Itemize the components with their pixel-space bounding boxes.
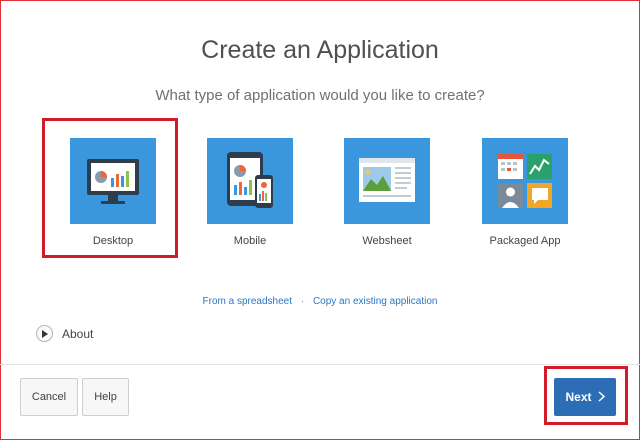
selection-highlight [42,118,178,258]
copy-application-link[interactable]: Copy an existing application [313,296,438,307]
packaged-app-icon [498,154,552,208]
websheet-tile[interactable] [344,138,430,224]
option-packaged-app-label: Packaged App [489,235,561,247]
packaged-app-tile[interactable] [482,138,568,224]
cancel-button[interactable]: Cancel [20,378,78,416]
option-mobile[interactable]: Mobile [207,138,293,247]
next-highlight [544,366,628,425]
about-toggle[interactable]: About [36,325,93,342]
mobile-devices-icon [227,152,273,208]
page-subtitle: What type of application would you like … [155,87,485,104]
from-spreadsheet-link[interactable]: From a spreadsheet [203,296,293,307]
page-title: Create an Application [201,36,439,64]
play-triangle-icon[interactable] [36,325,53,342]
option-websheet-label: Websheet [362,235,412,247]
link-separator: · [300,296,305,307]
help-button[interactable]: Help [82,378,129,416]
mobile-tile[interactable] [207,138,293,224]
option-websheet[interactable]: Websheet [344,138,430,247]
websheet-icon [359,158,415,202]
option-packaged-app[interactable]: Packaged App [482,138,568,247]
alt-create-links: From a spreadsheet · Copy an existing ap… [0,296,640,307]
footer-divider [0,364,640,365]
about-label: About [62,326,94,341]
option-mobile-label: Mobile [233,235,267,247]
